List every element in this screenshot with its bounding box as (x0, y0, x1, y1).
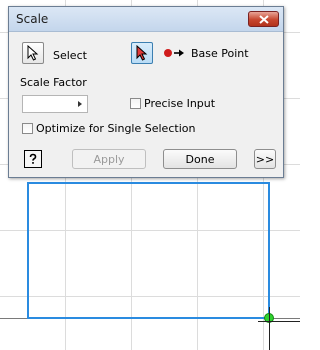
crosshair-cursor-horizontal (258, 321, 300, 322)
arrow-cursor-red-icon (136, 45, 148, 61)
close-button[interactable] (248, 11, 279, 27)
base-point-icon (164, 49, 184, 57)
optimize-single-selection-label: Optimize for Single Selection (36, 122, 196, 135)
done-button[interactable]: Done (163, 149, 237, 169)
select-label: Select (53, 49, 87, 62)
help-button[interactable] (24, 150, 42, 168)
base-point-select-button[interactable] (131, 42, 153, 64)
scale-dialog: Scale Select Base Point Scale Factor Pre… (8, 6, 284, 178)
crosshair-cursor-vertical (269, 307, 270, 350)
select-button[interactable] (22, 42, 44, 64)
arrow-cursor-icon (27, 45, 39, 61)
precise-input-checkbox[interactable] (130, 98, 141, 109)
sketch-rectangle[interactable] (27, 182, 270, 319)
dialog-titlebar[interactable]: Scale (9, 7, 283, 32)
close-icon (258, 14, 269, 24)
optimize-single-selection-checkbox[interactable] (22, 123, 33, 134)
base-point-label: Base Point (191, 47, 249, 60)
dialog-title: Scale (16, 12, 49, 26)
scale-factor-input[interactable] (22, 95, 88, 113)
scale-factor-label: Scale Factor (20, 76, 87, 89)
question-help-icon (29, 153, 37, 164)
spinner-arrow-icon[interactable] (78, 101, 82, 107)
precise-input-label: Precise Input (144, 97, 216, 110)
expand-button[interactable]: >> (254, 149, 276, 169)
apply-button[interactable]: Apply (72, 149, 146, 169)
